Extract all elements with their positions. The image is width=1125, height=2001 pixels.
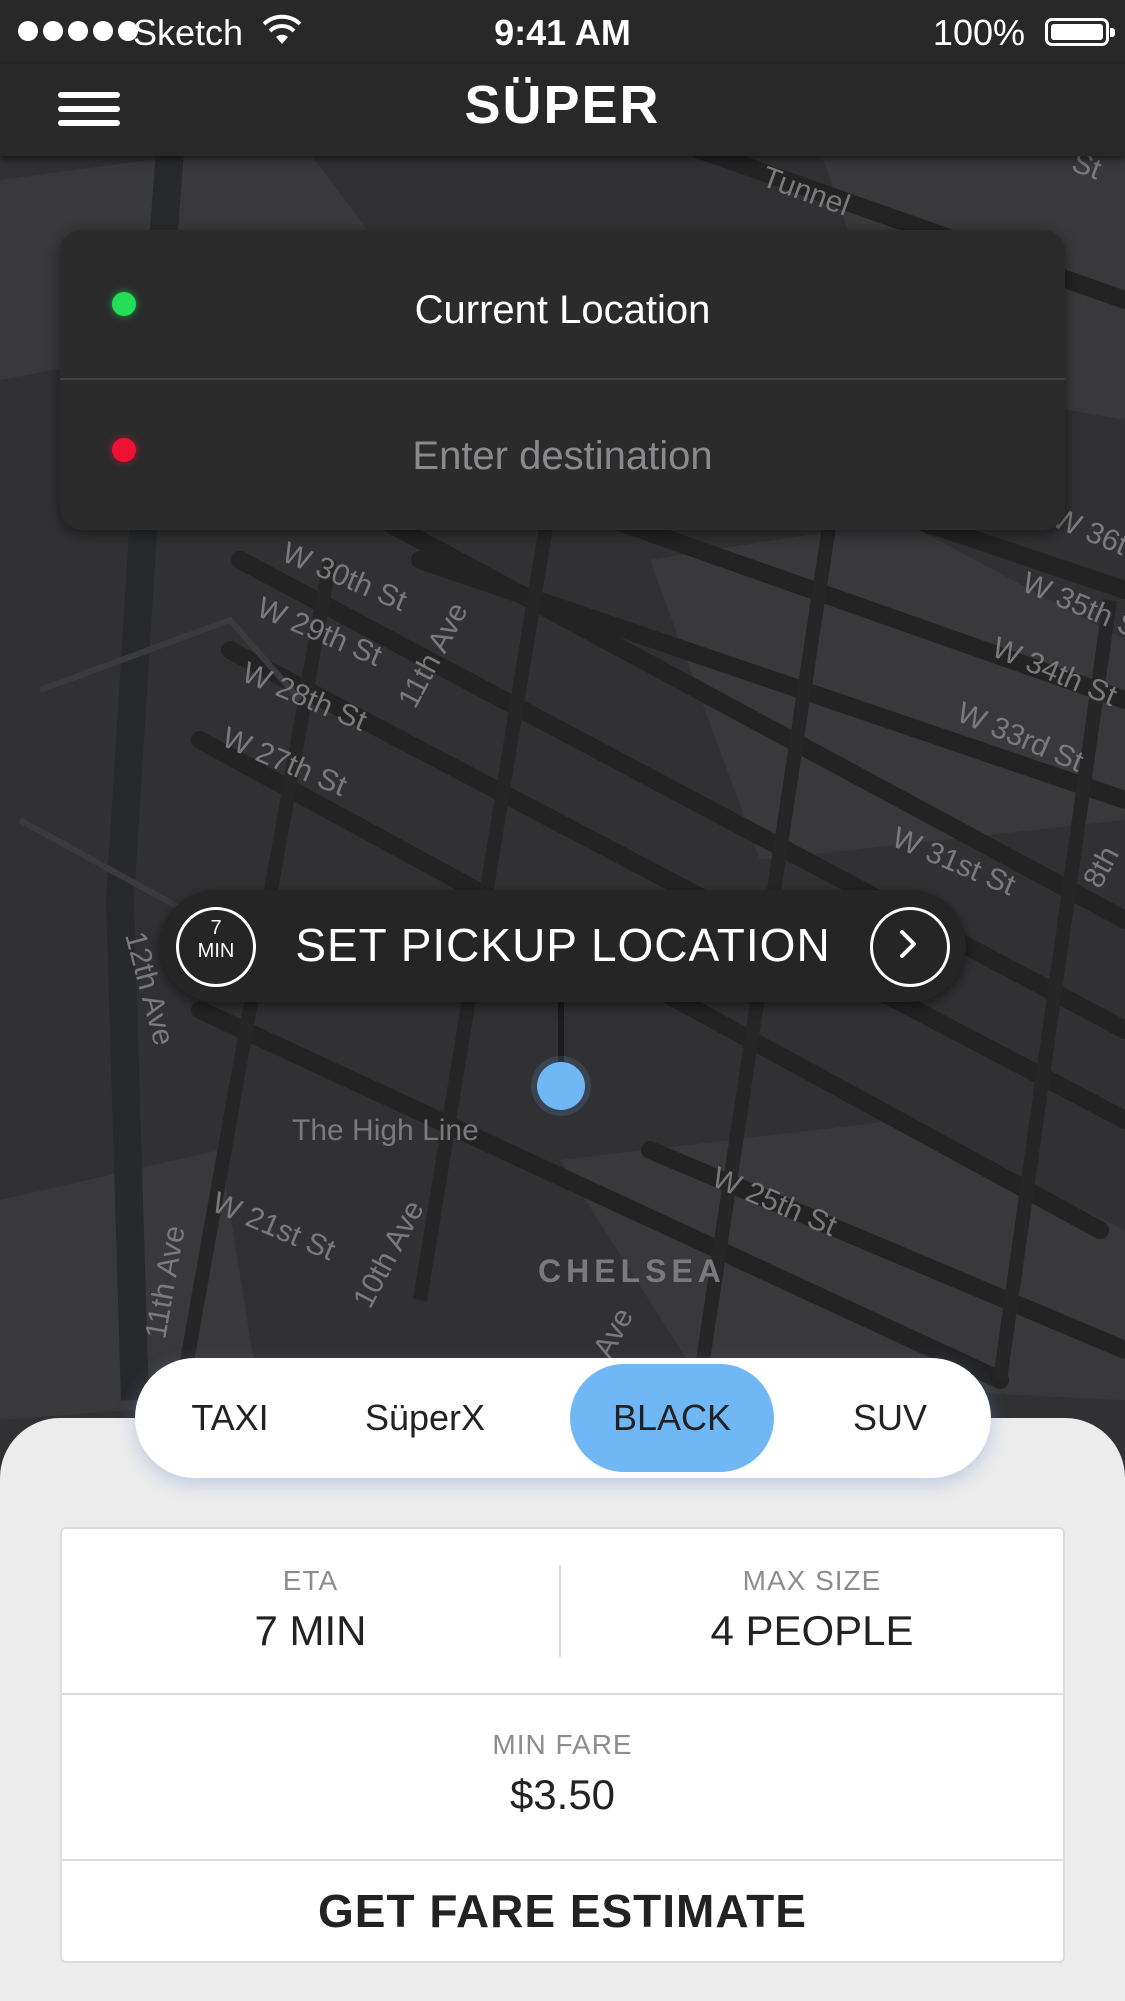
- max-size-label: MAX SIZE: [742, 1565, 882, 1596]
- location-pin-icon[interactable]: [537, 1062, 585, 1110]
- destination-row[interactable]: Enter destination: [60, 380, 1065, 528]
- ride-details-card: ETA 7 MIN MAX SIZE 4 PEOPLE MIN FARE $3.…: [60, 1527, 1065, 1963]
- map-label-high-line: The High Line: [292, 1114, 479, 1147]
- max-size-value: 4 PEOPLE: [710, 1607, 914, 1654]
- min-fare-label: MIN FARE: [492, 1729, 633, 1760]
- divider: [62, 1693, 1063, 1695]
- set-pickup-label: SET PICKUP LOCATION: [295, 919, 831, 971]
- destination-input[interactable]: Enter destination: [60, 434, 1065, 479]
- current-location-row[interactable]: Current Location: [60, 230, 1065, 378]
- current-location-text: Current Location: [414, 288, 711, 332]
- app-title: SÜPER: [464, 75, 661, 135]
- chevron-right-icon[interactable]: [870, 907, 950, 987]
- status-bar: Sketch 9:41 AM 100%: [0, 0, 1125, 64]
- battery-icon: [1045, 18, 1115, 46]
- tab-black[interactable]: BLACK: [570, 1364, 774, 1472]
- tab-superx[interactable]: SüperX: [335, 1358, 515, 1478]
- eta-value: 7 MIN: [254, 1607, 367, 1654]
- eta-label: ETA: [282, 1565, 339, 1596]
- min-fare-value: $3.50: [509, 1771, 616, 1818]
- location-card: Current Location Enter destination: [60, 230, 1065, 530]
- ride-type-selector: TAXI SüperX BLACK SUV: [135, 1358, 991, 1478]
- nav-bar: SÜPER: [0, 64, 1125, 156]
- tab-suv[interactable]: SUV: [825, 1358, 955, 1478]
- battery-percent: 100%: [932, 12, 1025, 53]
- tab-taxi[interactable]: TAXI: [165, 1358, 295, 1478]
- get-fare-estimate-button[interactable]: GET FARE ESTIMATE: [62, 1861, 1063, 1961]
- set-pickup-button[interactable]: 7 MIN SET PICKUP LOCATION: [160, 890, 966, 1002]
- map-label-chelsea: CHELSEA: [538, 1253, 726, 1289]
